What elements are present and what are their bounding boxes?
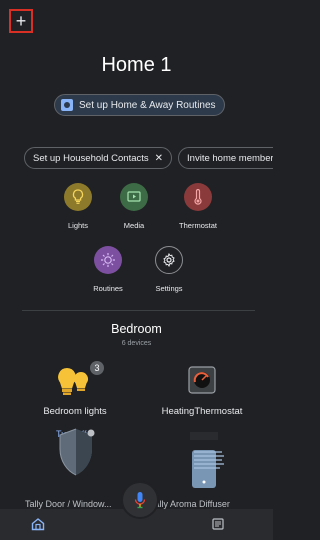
thermostat-icon bbox=[152, 360, 252, 400]
add-button[interactable]: + bbox=[9, 9, 33, 33]
invite-member-label: Invite home member bbox=[187, 152, 273, 164]
routines-shortcut[interactable]: Routines bbox=[82, 246, 134, 293]
settings-label: Settings bbox=[155, 284, 183, 293]
shield-sensor-icon bbox=[58, 427, 98, 488]
section-divider bbox=[22, 310, 255, 311]
household-contacts-label: Set up Household Contacts bbox=[33, 152, 149, 164]
bulbs-group-icon: 3 bbox=[35, 360, 115, 400]
routines-icon bbox=[94, 246, 122, 274]
routines-setup-label: Set up Home & Away Routines bbox=[79, 99, 216, 111]
mic-icon bbox=[134, 492, 146, 509]
lights-label: Lights bbox=[67, 221, 88, 230]
invite-member-chip[interactable]: Invite home member bbox=[178, 147, 273, 169]
device-count-badge: 3 bbox=[94, 363, 99, 373]
media-label: Media bbox=[123, 221, 145, 230]
room-device-count: 6 devices bbox=[121, 340, 152, 347]
aroma-diffuser-name: Tally Aroma Diffuser bbox=[150, 499, 230, 509]
thermometer-icon bbox=[184, 183, 212, 211]
top-bar: + bbox=[0, 0, 273, 36]
media-icon bbox=[120, 183, 148, 211]
routines-label: Routines bbox=[93, 284, 123, 293]
close-icon[interactable]: ✕ bbox=[155, 153, 163, 164]
lights-shortcut[interactable]: Lights bbox=[52, 183, 104, 230]
bedroom-lights-tile[interactable]: 3 Bedroom lights bbox=[35, 360, 115, 417]
routines-setup-chip[interactable]: Set up Home & Away Routines bbox=[54, 94, 225, 116]
aroma-diffuser-tile[interactable] bbox=[188, 432, 226, 497]
gear-icon bbox=[155, 246, 183, 274]
door-window-sensor-name: Tally Door / Window... bbox=[25, 499, 112, 509]
heating-thermostat-name: HeatingThermostat bbox=[161, 406, 243, 417]
suggestion-chips-row: Set up Household Contacts ✕ Invite home … bbox=[24, 147, 273, 169]
plus-icon: + bbox=[15, 11, 27, 31]
mic-button[interactable] bbox=[123, 483, 157, 517]
diffuser-icon bbox=[188, 432, 226, 497]
feed-icon[interactable] bbox=[210, 516, 226, 532]
home-title: Home 1 bbox=[101, 54, 172, 76]
home-away-icon bbox=[61, 99, 73, 111]
bedroom-lights-name: Bedroom lights bbox=[43, 406, 107, 417]
room-title: Bedroom bbox=[111, 322, 162, 336]
heating-thermostat-tile[interactable]: HeatingThermostat bbox=[152, 360, 252, 417]
media-shortcut[interactable]: Media bbox=[108, 183, 160, 230]
thermostat-shortcut[interactable]: Thermostat bbox=[172, 183, 224, 230]
bulb-icon bbox=[64, 183, 92, 211]
settings-shortcut[interactable]: Settings bbox=[143, 246, 195, 293]
door-window-sensor-tile[interactable] bbox=[58, 427, 98, 488]
household-contacts-chip[interactable]: Set up Household Contacts ✕ bbox=[24, 147, 173, 169]
thermostat-label: Thermostat bbox=[179, 221, 217, 230]
home-icon[interactable] bbox=[30, 516, 46, 532]
